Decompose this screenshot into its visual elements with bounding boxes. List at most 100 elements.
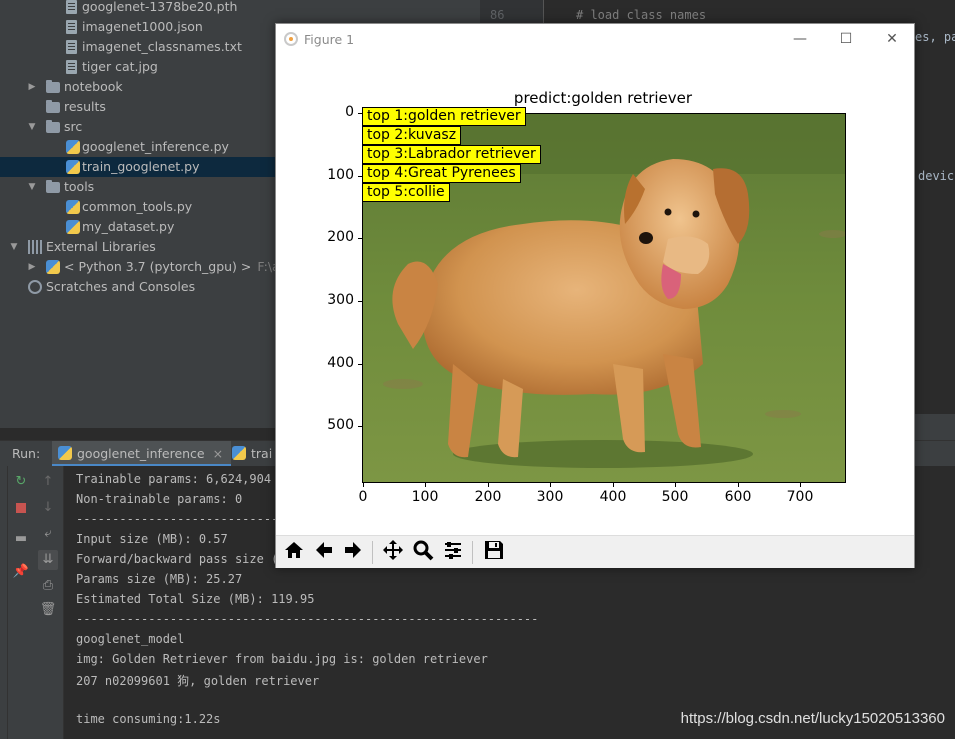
- watermark: https://blog.csdn.net/lucky15020513360: [680, 710, 945, 727]
- tree-item-label: tools: [64, 179, 95, 194]
- pan-icon[interactable]: [379, 539, 406, 566]
- zoom-icon[interactable]: [409, 539, 436, 566]
- expand-arrow-icon[interactable]: ▶: [26, 77, 38, 97]
- forward-icon[interactable]: [339, 539, 366, 566]
- python-icon: [46, 260, 60, 274]
- code-fragment: devic: [918, 169, 955, 183]
- x-tick-mark: [738, 483, 739, 487]
- y-tick-label: 500: [327, 417, 354, 433]
- tree-item-googlenet-pth[interactable]: googlenet-1378be20.pth: [0, 0, 480, 17]
- x-tick-label: 700: [786, 489, 814, 505]
- file-icon: [66, 0, 77, 14]
- collapse-arrow-icon[interactable]: ▼: [26, 117, 38, 137]
- x-tick-mark: [675, 483, 676, 487]
- tree-item-label: imagenet_classnames.txt: [82, 39, 242, 54]
- figure-window[interactable]: Figure 1 — ☐ ✕ predict:golden retriever: [275, 23, 915, 568]
- code-fragment: es, pa: [915, 30, 955, 44]
- folder-icon: [46, 180, 60, 193]
- folder-icon: [46, 100, 60, 113]
- console-line: ----------------------------------------…: [76, 612, 539, 626]
- python-file-icon: [66, 200, 80, 214]
- trash-icon[interactable]: 🗑: [38, 600, 58, 620]
- run-toolbar: ↻ ↑ ↓ ⤶ ▬ ⇊ 📌 ⎙ 🗑: [8, 466, 64, 739]
- down-arrow-icon[interactable]: ↓: [38, 498, 58, 518]
- folder-icon: [46, 120, 60, 133]
- console-line: Input size (MB): 0.57: [76, 532, 228, 546]
- y-tick-label: 300: [327, 292, 354, 308]
- home-icon[interactable]: [280, 539, 307, 566]
- y-tick-label: 100: [327, 167, 354, 183]
- y-tick-mark: [358, 364, 362, 365]
- x-tick-label: 300: [536, 489, 564, 505]
- save-icon[interactable]: [480, 539, 507, 566]
- python-file-icon: [66, 160, 80, 174]
- expand-arrow-icon[interactable]: ▶: [26, 257, 38, 277]
- prediction-label-5: top 5:collie: [362, 183, 450, 202]
- tree-item-label: results: [64, 99, 106, 114]
- tree-item-label: tiger cat.jpg: [82, 59, 158, 74]
- scroll-to-end-icon[interactable]: ⇊: [38, 550, 58, 570]
- toolbar-separator: [472, 541, 473, 564]
- collapse-arrow-icon[interactable]: ▼: [8, 237, 20, 257]
- tree-item-label: googlenet_inference.py: [82, 139, 229, 154]
- file-icon: [66, 40, 77, 54]
- layout-icon[interactable]: ▬: [11, 529, 31, 549]
- x-tick-label: 600: [724, 489, 752, 505]
- x-tick-label: 500: [661, 489, 689, 505]
- x-tick-label: 0: [358, 489, 368, 505]
- prediction-label-2: top 2:kuvasz: [362, 126, 462, 145]
- console-line: time consuming:1.22s: [76, 712, 221, 726]
- scratches-icon: [28, 280, 42, 294]
- rerun-icon[interactable]: ↻: [11, 472, 31, 492]
- prediction-label-4: top 4:Great Pyrenees: [362, 164, 521, 183]
- python-file-icon: [66, 140, 80, 154]
- tab-label: googlenet_inference: [77, 446, 205, 461]
- y-tick-mark: [358, 426, 362, 427]
- code-comment: # load class names: [576, 8, 707, 22]
- tree-item-label: my_dataset.py: [82, 219, 175, 234]
- x-tick-mark: [550, 483, 551, 487]
- library-icon: [28, 240, 42, 254]
- y-tick-label: 200: [327, 229, 354, 245]
- soft-wrap-icon[interactable]: ⤶: [38, 524, 58, 544]
- figure-titlebar[interactable]: Figure 1 — ☐ ✕: [276, 24, 914, 54]
- file-icon: [66, 60, 77, 74]
- matplotlib-logo-icon: [284, 32, 298, 46]
- tree-item-label: googlenet-1378be20.pth: [82, 0, 238, 14]
- console-line: Estimated Total Size (MB): 119.95: [76, 592, 315, 606]
- x-tick-label: 200: [474, 489, 502, 505]
- close-icon[interactable]: ×: [213, 446, 223, 461]
- prediction-label-1: top 1:golden retriever: [362, 107, 526, 126]
- console-line: googlenet_model: [76, 632, 185, 646]
- prediction-label-3: top 3:Labrador retriever: [362, 145, 541, 164]
- x-tick-mark: [425, 483, 426, 487]
- tree-item-label: notebook: [64, 79, 123, 94]
- tree-item-label: < Python 3.7 (pytorch_gpu) >: [64, 259, 252, 274]
- configure-icon[interactable]: [439, 539, 466, 566]
- maximize-icon[interactable]: ☐: [832, 28, 860, 50]
- tab-googlenet-inference[interactable]: googlenet_inference ×: [52, 441, 232, 467]
- left-tool-strip: [0, 466, 8, 739]
- console-line: Forward/backward pass size (: [76, 552, 279, 566]
- x-tick-mark: [488, 483, 489, 487]
- minimize-icon[interactable]: —: [786, 28, 814, 50]
- python-icon: [58, 446, 72, 460]
- collapse-arrow-icon[interactable]: ▼: [26, 177, 38, 197]
- console-line: Params size (MB): 25.27: [76, 572, 243, 586]
- line-number: 86: [490, 8, 505, 22]
- stop-icon[interactable]: [11, 498, 31, 518]
- console-line: ------------------------------: [76, 512, 293, 526]
- y-tick-label: 400: [327, 355, 354, 371]
- python-file-icon: [66, 220, 80, 234]
- up-arrow-icon[interactable]: ↑: [38, 472, 58, 492]
- close-icon[interactable]: ✕: [878, 28, 906, 50]
- back-icon[interactable]: [310, 539, 337, 566]
- plot-title: predict:golden retriever: [513, 89, 693, 107]
- tree-item-label: common_tools.py: [82, 199, 193, 214]
- folder-icon: [46, 80, 60, 93]
- console-line: Non-trainable params: 0: [76, 492, 243, 506]
- pin-icon[interactable]: 📌: [11, 562, 31, 582]
- print-icon[interactable]: ⎙: [38, 576, 58, 596]
- tab-train[interactable]: trai: [226, 441, 272, 467]
- tree-item-label: src: [64, 119, 83, 134]
